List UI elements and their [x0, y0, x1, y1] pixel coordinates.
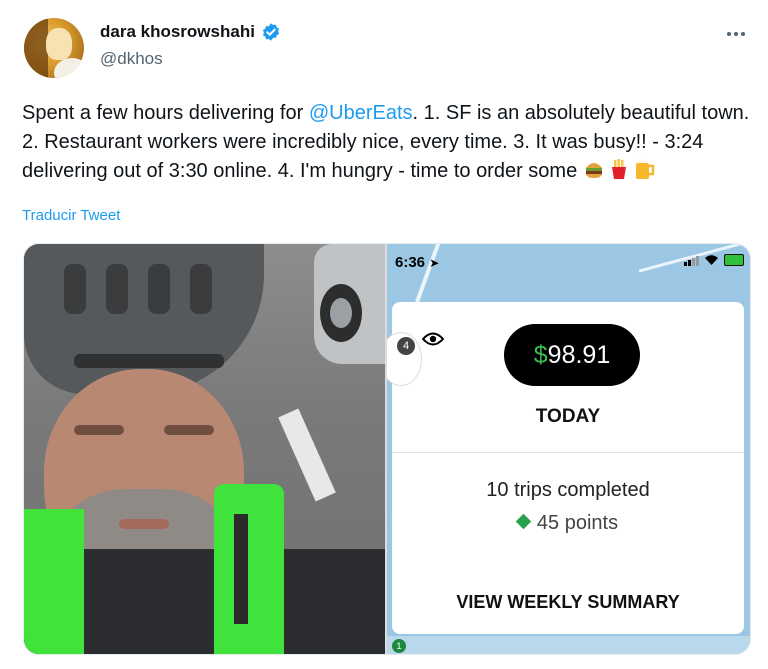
selfie-photo[interactable]	[24, 244, 385, 654]
earnings-screenshot[interactable]: 6:36 ➤ 4 $98.91 TODAY 10 trips completed…	[387, 244, 750, 654]
map-strip	[387, 636, 750, 654]
mention-link[interactable]: @UberEats	[309, 102, 413, 124]
eyebrow	[74, 425, 124, 435]
car-wheel	[320, 284, 362, 342]
delivery-bag	[214, 484, 284, 654]
more-options-icon-dot	[734, 32, 738, 36]
eyebrow	[164, 425, 214, 435]
eye-icon[interactable]	[422, 332, 444, 346]
helmet-vent	[64, 264, 86, 314]
rating-badge: 4	[397, 337, 415, 355]
diamond-icon	[515, 513, 532, 530]
author-display-name[interactable]: dara khosrowshahi	[100, 22, 281, 42]
author-name-text[interactable]: dara khosrowshahi	[100, 22, 255, 42]
status-time: 6:36 ➤	[395, 254, 439, 271]
points-row: 45 points	[392, 512, 744, 535]
earnings-amount: 98.91	[547, 340, 611, 369]
avatar-face	[46, 28, 72, 60]
avatar-shadow	[24, 18, 48, 78]
points-text: 45 points	[536, 512, 619, 534]
earnings-card: 4 $98.91 TODAY 10 trips completed 45 poi…	[387, 302, 744, 634]
location-arrow-icon: ➤	[429, 256, 440, 270]
status-icons	[684, 254, 744, 266]
delivery-bag-strap	[24, 509, 84, 654]
mouth	[119, 519, 169, 529]
cell-signal-icon	[684, 254, 699, 266]
status-time-text: 6:36	[395, 254, 426, 271]
more-options-icon	[727, 32, 731, 36]
helmet-vent	[148, 264, 170, 314]
verified-badge-icon	[262, 23, 280, 41]
beer-emoji-icon	[633, 158, 657, 189]
burger-emoji-icon	[583, 158, 605, 189]
translate-tweet-link[interactable]: Traducir Tweet	[22, 207, 120, 224]
author-avatar[interactable]	[24, 18, 84, 78]
earnings-pill[interactable]: $98.91	[504, 324, 640, 386]
tweet-card: dara khosrowshahi @dkhos Spent a few hou…	[0, 0, 768, 669]
author-handle[interactable]: @dkhos	[100, 49, 163, 69]
trips-completed: 10 trips completed	[486, 479, 650, 501]
more-options-icon-dot	[741, 32, 745, 36]
battery-icon	[724, 254, 744, 266]
helmet-strap	[74, 354, 224, 368]
earnings-dollar-sign: $	[533, 340, 548, 369]
road-marking	[278, 408, 336, 502]
tweet-text: Spent a few hours delivering for @UberEa…	[22, 99, 752, 189]
phone-status-bar: 6:36 ➤	[387, 244, 750, 280]
helmet-vent	[190, 264, 212, 314]
more-options-button[interactable]	[722, 22, 750, 46]
fries-emoji-icon	[608, 158, 630, 189]
map-pin: 1	[392, 639, 406, 653]
wifi-icon	[705, 255, 718, 265]
view-weekly-summary-button[interactable]: VIEW WEEKLY SUMMARY	[392, 592, 744, 613]
period-label: TODAY	[535, 406, 601, 427]
helmet-vent	[106, 264, 128, 314]
avatar-shoulder	[54, 58, 84, 78]
parked-car	[314, 244, 385, 364]
tweet-text-start: Spent a few hours delivering for	[22, 102, 309, 124]
tweet-media[interactable]: 6:36 ➤ 4 $98.91 TODAY 10 trips completed…	[23, 243, 751, 655]
card-divider	[392, 452, 744, 453]
